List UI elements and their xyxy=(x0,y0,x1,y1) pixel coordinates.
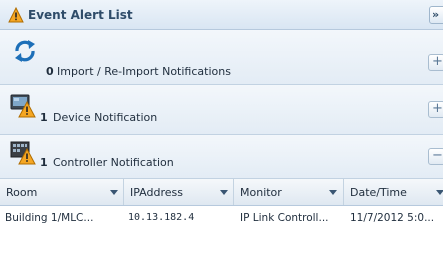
alert-grid-header: Room IPAddress Monitor Date/Time xyxy=(0,179,443,206)
sort-dropdown-icon[interactable] xyxy=(436,190,443,195)
collapse-panel-button[interactable]: » xyxy=(429,6,443,24)
import-label: Import / Re-Import Notifications xyxy=(57,65,231,78)
column-label-datetime: Date/Time xyxy=(350,186,407,199)
refresh-icon xyxy=(15,40,35,62)
event-alert-panel: Event Alert List » 0 Import / Re-Import … xyxy=(0,0,443,277)
column-label-room: Room xyxy=(6,186,38,199)
expand-device-button[interactable]: + xyxy=(428,101,443,118)
sort-dropdown-icon[interactable] xyxy=(220,190,228,195)
device-warning-icon xyxy=(10,94,36,118)
expand-import-button[interactable]: + xyxy=(428,54,443,71)
device-label: Device Notification xyxy=(53,111,158,124)
table-row[interactable]: Building 1/MLC... 10.13.182.4 IP Link Co… xyxy=(0,206,443,230)
cell-room: Building 1/MLC... xyxy=(5,212,94,224)
collapse-controller-button[interactable]: − xyxy=(428,148,443,165)
column-header-datetime[interactable]: Date/Time xyxy=(344,179,443,205)
sort-dropdown-icon[interactable] xyxy=(329,190,337,195)
import-count: 0 xyxy=(46,65,54,78)
warning-icon xyxy=(8,7,24,23)
section-device-notification[interactable]: 1 Device Notification + xyxy=(0,85,443,135)
cell-monitor: IP Link Controll... xyxy=(240,212,329,224)
section-import-notifications[interactable]: 0 Import / Re-Import Notifications + xyxy=(0,30,443,85)
sort-dropdown-icon[interactable] xyxy=(110,190,118,195)
cell-datetime: 11/7/2012 5:0... xyxy=(350,212,435,224)
controller-count: 1 xyxy=(40,156,48,169)
section-controller-notification[interactable]: 1 Controller Notification − xyxy=(0,135,443,179)
panel-title-bar: Event Alert List » xyxy=(0,0,443,30)
column-header-room[interactable]: Room xyxy=(0,179,124,205)
cell-ipaddress: 10.13.182.4 xyxy=(128,212,195,223)
column-header-ipaddress[interactable]: IPAddress xyxy=(124,179,234,205)
column-label-ipaddress: IPAddress xyxy=(130,186,183,199)
panel-title: Event Alert List xyxy=(28,8,133,22)
column-header-monitor[interactable]: Monitor xyxy=(234,179,344,205)
column-label-monitor: Monitor xyxy=(240,186,282,199)
controller-label: Controller Notification xyxy=(53,156,174,169)
device-count: 1 xyxy=(40,111,48,124)
controller-warning-icon xyxy=(10,141,36,165)
